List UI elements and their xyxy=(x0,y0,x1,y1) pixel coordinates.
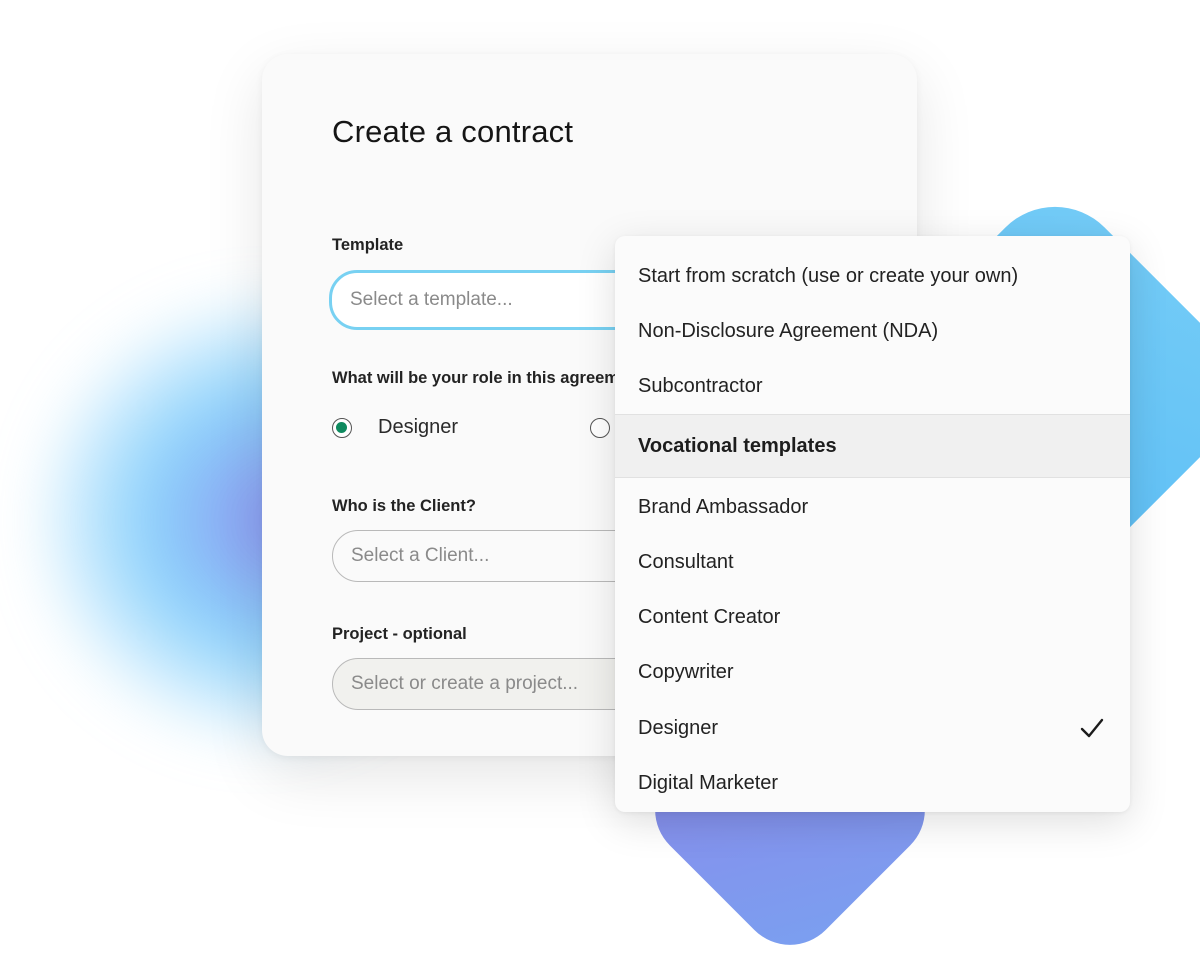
client-label: Who is the Client? xyxy=(332,497,476,515)
dropdown-item-designer[interactable]: Designer xyxy=(615,701,1130,756)
check-icon xyxy=(1080,718,1104,738)
dropdown-item-brand-ambassador[interactable]: Brand Ambassador xyxy=(615,480,1130,535)
role-label-designer: Designer xyxy=(378,416,459,438)
template-label: Template xyxy=(332,236,404,254)
page-title: Create a contract xyxy=(332,114,574,149)
template-placeholder: Select a template... xyxy=(350,289,513,310)
dropdown-item-designer-label: Designer xyxy=(638,717,719,739)
role-radio-other[interactable] xyxy=(590,418,610,438)
dropdown-item-digital-marketer[interactable]: Digital Marketer xyxy=(615,756,1130,811)
dropdown-item-subcontractor[interactable]: Subcontractor xyxy=(615,359,1130,414)
template-dropdown-menu: Start from scratch (use or create your o… xyxy=(615,236,1130,812)
dropdown-item-copywriter[interactable]: Copywriter xyxy=(615,645,1130,700)
dropdown-item-consultant[interactable]: Consultant xyxy=(615,535,1130,590)
dropdown-item-nda[interactable]: Non-Disclosure Agreement (NDA) xyxy=(615,304,1130,359)
project-label: Project - optional xyxy=(332,625,467,643)
dropdown-item-content-creator[interactable]: Content Creator xyxy=(615,590,1130,645)
role-label: What will be your role in this agreem xyxy=(332,369,619,387)
dropdown-group-header: Vocational templates xyxy=(615,414,1130,478)
role-radio-designer[interactable] xyxy=(332,418,352,438)
client-placeholder: Select a Client... xyxy=(351,545,490,566)
dropdown-item-start-from-scratch[interactable]: Start from scratch (use or create your o… xyxy=(615,249,1130,304)
project-placeholder: Select or create a project... xyxy=(351,673,579,694)
